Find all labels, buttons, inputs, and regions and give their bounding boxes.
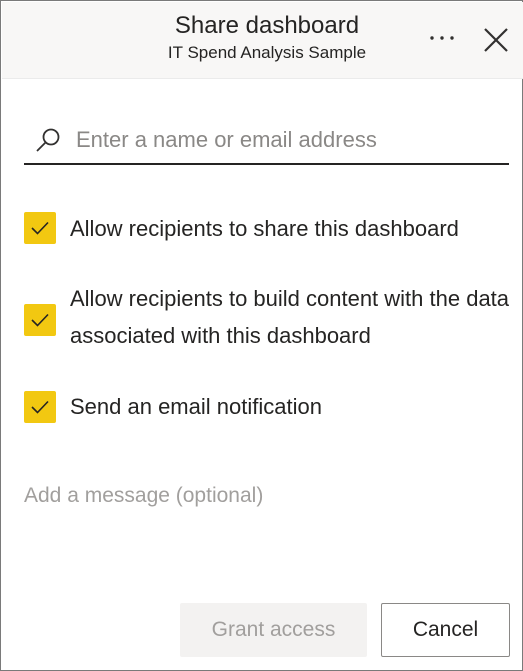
checkmark-icon [31,400,49,414]
allow-share-label: Allow recipients to share this dashboard [70,216,459,241]
people-picker [24,121,509,165]
dialog-header: Share dashboard IT Spend Analysis Sample [2,2,523,79]
checkmark-icon [31,221,49,235]
close-button[interactable] [478,22,514,58]
allow-build-label: Allow recipients to build content with t… [70,286,510,348]
close-icon [484,28,508,52]
allow-build-checkbox[interactable] [24,304,56,336]
ellipsis-icon [430,36,454,40]
email-notification-label: Send an email notification [70,394,322,419]
search-icon [36,128,60,152]
message-input[interactable] [24,479,494,513]
recipient-search-input[interactable] [76,125,496,155]
checkmark-icon [31,313,49,327]
more-options-button[interactable] [424,22,460,54]
allow-share-checkbox[interactable] [24,212,56,244]
cancel-button[interactable]: Cancel [381,603,510,657]
email-notification-checkbox[interactable] [24,391,56,423]
grant-access-button[interactable]: Grant access [180,603,367,657]
share-dashboard-dialog: Share dashboard IT Spend Analysis Sample [0,0,523,671]
